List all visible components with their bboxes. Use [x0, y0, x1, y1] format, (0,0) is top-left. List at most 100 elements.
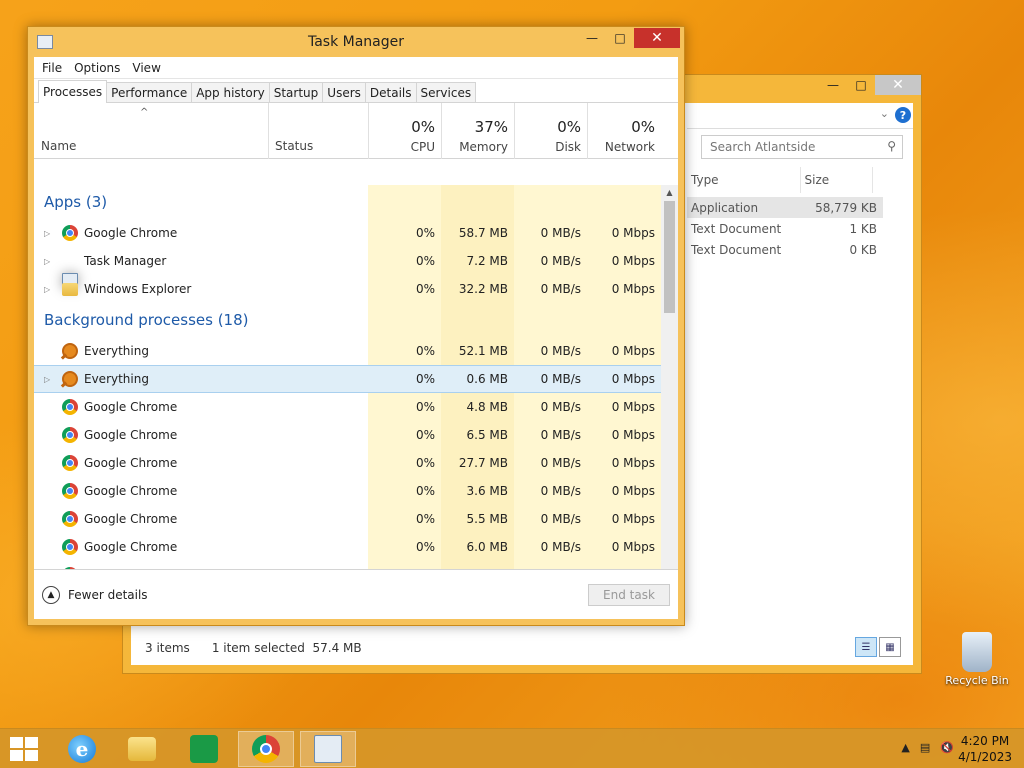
process-cpu: 0% [368, 505, 441, 533]
process-name: Task Manager [84, 254, 167, 268]
taskbar-task-manager-button[interactable] [300, 731, 356, 767]
process-cpu: 0% [368, 477, 441, 505]
everything-icon [62, 371, 78, 387]
clock-date: 4/1/2023 [958, 750, 1012, 764]
chevron-down-icon[interactable]: ⌄ [880, 107, 889, 120]
column-cpu[interactable]: 0% CPU [368, 103, 441, 159]
taskbar-ie-button[interactable]: e [54, 731, 110, 767]
explorer-search-input[interactable]: Search Atlantside ⚲ [701, 135, 903, 159]
status-item-count: 3 items [145, 641, 190, 655]
taskbar-chrome-button[interactable] [238, 731, 294, 767]
tab-startup[interactable]: Startup [268, 82, 324, 102]
help-icon[interactable]: ? [895, 107, 911, 123]
process-row[interactable]: Google Chrome 0% 3.6 MB 0 MB/s 0 Mbps [34, 477, 661, 505]
explorer-maximize-button[interactable]: □ [847, 75, 875, 95]
process-name: Google Chrome [84, 428, 178, 442]
process-name: Windows Explorer [84, 282, 192, 296]
tab-services[interactable]: Services [415, 82, 477, 102]
file-row[interactable]: Text Document 1 KB [687, 218, 883, 239]
search-icon[interactable]: ⚲ [887, 139, 896, 153]
volume-muted-icon[interactable]: 🔇 [940, 741, 954, 754]
details-view-icon[interactable]: ☰ [855, 637, 877, 657]
close-button[interactable]: ✕ [634, 28, 680, 48]
minimize-button[interactable]: — [578, 28, 606, 48]
process-row[interactable]: Everything 0% 52.1 MB 0 MB/s 0 Mbps [34, 337, 661, 365]
explorer-close-button[interactable]: ✕ [875, 75, 921, 95]
folder-icon [128, 737, 156, 761]
column-disk[interactable]: 0% Disk [514, 103, 587, 159]
file-size: 58,779 KB [815, 200, 877, 215]
process-name-cell: Google Chrome [34, 477, 368, 505]
expand-arrow-icon[interactable]: ▷ [44, 285, 50, 294]
process-row[interactable]: ▷ Task Manager 0% 7.2 MB 0 MB/s 0 Mbps [34, 247, 661, 289]
process-row[interactable]: ▷ Everything 0% 0.6 MB 0 MB/s 0 Mbps [34, 365, 661, 393]
process-memory: 6.5 MB [441, 421, 514, 449]
network-label: Network [604, 140, 655, 154]
process-network: 0 Mbps [587, 275, 661, 303]
process-row[interactable]: Google Chrome 0% 6.5 MB 0 MB/s 0 Mbps [34, 421, 661, 449]
process-disk: 0 MB/s [514, 337, 587, 365]
process-memory: 3.6 MB [441, 477, 514, 505]
maximize-button[interactable]: □ [606, 28, 634, 48]
column-name[interactable]: Name [41, 139, 76, 153]
file-row[interactable]: Application 58,779 KB [687, 197, 883, 218]
file-row[interactable]: Text Document 0 KB [687, 239, 883, 260]
process-disk: 0 MB/s [514, 421, 587, 449]
show-hidden-icons-icon[interactable]: ▲ [901, 741, 909, 754]
scroll-thumb[interactable] [664, 201, 675, 313]
process-disk: 0 MB/s [514, 505, 587, 533]
tab-performance[interactable]: Performance [106, 82, 193, 102]
folder-icon [62, 282, 78, 296]
column-status[interactable]: Status [275, 139, 313, 153]
process-row[interactable]: ▷ Windows Explorer 0% 32.2 MB 0 MB/s 0 Mbps [34, 275, 661, 303]
task-manager-window[interactable]: Task Manager — □ ✕ File Options View Pro… [27, 26, 685, 626]
column-memory[interactable]: 37% Memory [441, 103, 514, 159]
search-placeholder: Search Atlantside [710, 140, 816, 154]
scroll-up-icon[interactable]: ▲ [661, 185, 678, 199]
taskbar-store-button[interactable] [176, 731, 232, 767]
network-icon[interactable]: ▤ [920, 741, 930, 754]
process-memory: 6.0 MB [441, 533, 514, 561]
task-manager-titlebar[interactable]: Task Manager — □ ✕ [28, 27, 684, 57]
process-row[interactable]: Google Chrome 0% 5.5 MB 0 MB/s 0 Mbps [34, 505, 661, 533]
expand-arrow-icon[interactable]: ▷ [44, 257, 50, 266]
process-name: Google Chrome [84, 512, 178, 526]
process-name-cell: ▷ Task Manager [34, 247, 368, 289]
column-size[interactable]: Size [801, 167, 873, 193]
process-group-header[interactable]: Background processes (18) [34, 303, 661, 337]
large-icons-view-icon[interactable]: ▦ [879, 637, 901, 657]
explorer-minimize-button[interactable]: — [819, 75, 847, 95]
tab-processes[interactable]: Processes [38, 80, 108, 103]
process-group-header[interactable]: Apps (3) [34, 185, 661, 219]
expand-arrow-icon[interactable]: ▷ [44, 375, 50, 384]
process-name: Google Chrome [84, 484, 178, 498]
group-network-cell [587, 303, 661, 337]
vertical-scrollbar[interactable]: ▲ ▼ [661, 185, 678, 595]
chrome-icon [62, 455, 78, 471]
menu-file[interactable]: File [36, 61, 68, 75]
tab-users[interactable]: Users [322, 82, 366, 102]
fewer-details-label: Fewer details [68, 588, 148, 602]
menu-view[interactable]: View [126, 61, 166, 75]
start-button[interactable] [10, 737, 38, 761]
end-task-button[interactable]: End task [588, 584, 670, 606]
recycle-bin-desktop-icon[interactable]: Recycle Bin [944, 632, 1010, 687]
chrome-icon [62, 427, 78, 443]
expand-arrow-icon[interactable]: ▷ [44, 229, 50, 238]
column-type[interactable]: Type [687, 167, 801, 193]
taskbar-explorer-button[interactable] [114, 731, 170, 767]
menu-options[interactable]: Options [68, 61, 126, 75]
process-name: Everything [84, 372, 149, 386]
tab-app-history[interactable]: App history [191, 82, 270, 102]
process-row[interactable]: Google Chrome 0% 6.0 MB 0 MB/s 0 Mbps [34, 533, 661, 561]
process-row[interactable]: ▷ Google Chrome 0% 58.7 MB 0 MB/s 0 Mbps [34, 219, 661, 247]
fewer-details-button[interactable]: ▲ Fewer details [42, 586, 148, 604]
process-row[interactable]: Google Chrome 0% 4.8 MB 0 MB/s 0 Mbps [34, 393, 661, 421]
file-size: 1 KB [849, 221, 877, 236]
tab-details[interactable]: Details [364, 82, 417, 102]
process-network: 0 Mbps [587, 247, 661, 275]
process-row[interactable]: Google Chrome 0% 27.7 MB 0 MB/s 0 Mbps [34, 449, 661, 477]
clock[interactable]: 4:20 PM 4/1/2023 [958, 733, 1012, 765]
column-network[interactable]: 0% Network [587, 103, 661, 159]
group-memory-cell [441, 185, 514, 219]
